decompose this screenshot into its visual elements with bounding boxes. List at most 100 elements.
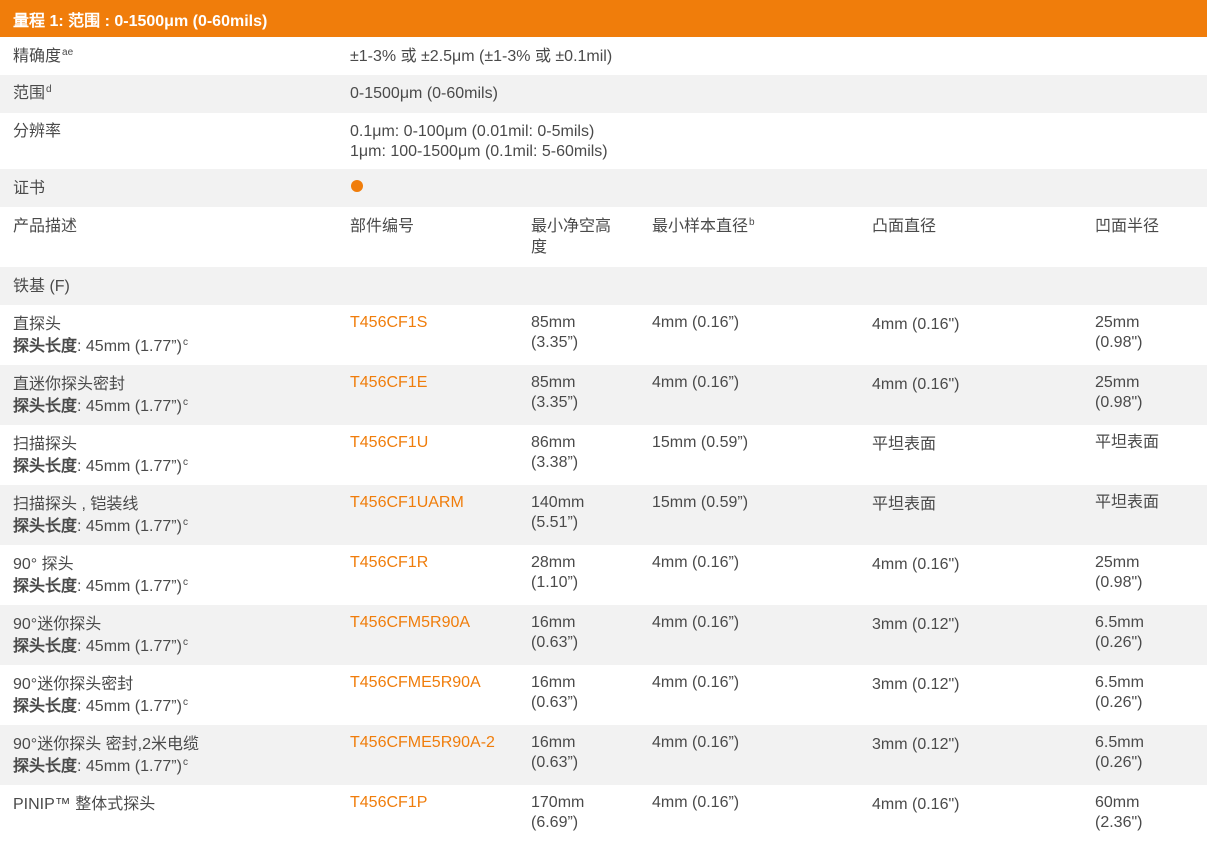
resolution-line-1: 0.1μm: 0-100μm (0.01mil: 0-5mils): [350, 123, 595, 140]
convex-diameter-value: 4mm (0.16"): [872, 796, 960, 813]
col-clearance-line-2: 度: [531, 239, 548, 256]
table-header-bar: 量程 1: 范围 : 0-1500μm (0-60mils): [0, 0, 1207, 37]
range-footnote: d: [46, 84, 52, 95]
sample-diameter-value: 4mm (0.16”): [652, 374, 740, 391]
concave-radius-value-line-1: 60mm: [1095, 794, 1140, 811]
clearance-value-line-1: 86mm: [531, 434, 576, 451]
concave-radius-value-line-1: 6.5mm: [1095, 674, 1144, 691]
concave-radius-value-line-2: (0.98"): [1095, 334, 1143, 351]
part-number-link[interactable]: T456CF1S: [350, 313, 427, 333]
clearance-value-line-1: 16mm: [531, 614, 576, 631]
probe-length-footnote: c: [182, 457, 188, 468]
product-name: 90°迷你探头 密封,2米电缆: [13, 736, 199, 753]
sample-diameter-value: 15mm (0.59”): [652, 434, 749, 451]
table-row: 90°迷你探头 探头长度: 45mm (1.77”)c T456CFM5R90A 16…: [0, 605, 1207, 665]
clearance-value-line-1: 28mm: [531, 554, 576, 571]
clearance-value-line-2: (3.38”): [531, 454, 579, 471]
part-number-link[interactable]: T456CF1E: [350, 373, 427, 393]
table-row: 扫描探头 , 铠装线 探头长度: 45mm (1.77”)c T456CF1UARM…: [0, 485, 1207, 545]
sample-diameter-value: 4mm (0.16”): [652, 794, 740, 811]
sample-diameter-value: 4mm (0.16”): [652, 734, 740, 751]
probe-length: 探头长度: 45mm (1.77”)c: [13, 637, 188, 657]
clearance-value-line-2: (5.51”): [531, 514, 579, 531]
probe-length-value: : 45mm (1.77”): [77, 698, 182, 715]
convex-diameter-value: 3mm (0.12"): [872, 736, 960, 753]
resolution-line-2: 1μm: 100-1500μm (0.1mil: 5-60mils): [350, 143, 608, 160]
clearance-value-line-2: (6.69”): [531, 814, 579, 831]
part-number-link[interactable]: T456CF1P: [350, 793, 427, 813]
product-name: 90°迷你探头: [13, 616, 102, 633]
probe-length: 探头长度: 45mm (1.77”)c: [13, 577, 188, 597]
concave-radius-value-line-2: (0.98"): [1095, 394, 1143, 411]
concave-radius-value-line-1: 25mm: [1095, 554, 1140, 571]
probe-length-label: 探头长度: [13, 758, 78, 775]
probe-length-value: : 45mm (1.77”): [77, 518, 182, 535]
col-concave-radius: 凹面半径: [1095, 218, 1160, 235]
convex-diameter-value: 3mm (0.12"): [872, 616, 960, 633]
col-clearance-line-1: 最小净空高: [531, 218, 612, 235]
col-sample-diameter-text: 最小样本直径: [652, 218, 749, 235]
certificate-label: 证书: [13, 180, 46, 197]
convex-diameter-value: 平坦表面: [872, 496, 937, 513]
part-number-link[interactable]: T456CF1R: [350, 553, 428, 573]
clearance-value-line-2: (0.63”): [531, 694, 579, 711]
part-number-link[interactable]: T456CF1UARM: [350, 493, 464, 513]
spec-row-range: 范围d 0-1500μm (0-60mils): [0, 75, 1207, 113]
range-label: 范围d: [13, 84, 52, 104]
col-part-number: 部件编号: [350, 218, 415, 235]
spec-row-certificate: 证书: [0, 169, 1207, 207]
probe-length-value: : 45mm (1.77”): [77, 638, 182, 655]
section-label: 铁基 (F): [13, 278, 70, 295]
table-row: PINIP™ 整体式探头 T456CF1P 170mm (6.69”) 4mm (0.1…: [0, 785, 1207, 845]
accuracy-label: 精确度ae: [13, 47, 73, 67]
sample-diameter-value: 4mm (0.16”): [652, 614, 740, 631]
part-number-link[interactable]: T456CF1U: [350, 433, 428, 453]
part-number-link[interactable]: T456CFME5R90A-2: [350, 733, 495, 753]
probe-length-footnote: c: [182, 637, 188, 648]
probe-length-value: : 45mm (1.77”): [77, 338, 182, 355]
clearance-value-line-2: (3.35”): [531, 394, 579, 411]
convex-diameter-value: 4mm (0.16"): [872, 316, 960, 333]
probe-length: 探头长度: 45mm (1.77”)c: [13, 457, 188, 477]
clearance-value-line-1: 140mm: [531, 494, 585, 511]
clearance-value-line-1: 16mm: [531, 734, 576, 751]
concave-radius-value-line-2: (0.26"): [1095, 694, 1143, 711]
concave-radius-value-line-2: (2.36"): [1095, 814, 1143, 831]
sample-diameter-value: 4mm (0.16”): [652, 314, 740, 331]
probe-length-label: 探头长度: [13, 638, 78, 655]
column-header-row: 产品描述 部件编号 最小净空高 度 最小样本直径b 凸面直径 凹面半径: [0, 207, 1207, 267]
probe-length: 探头长度: 45mm (1.77”)c: [13, 757, 188, 777]
part-number-link[interactable]: T456CFME5R90A: [350, 673, 481, 693]
probe-length: 探头长度: 45mm (1.77”)c: [13, 337, 188, 357]
resolution-label: 分辨率: [13, 123, 62, 140]
clearance-value-line-1: 85mm: [531, 314, 576, 331]
probe-length-label: 探头长度: [13, 578, 78, 595]
clearance-value-line-1: 85mm: [531, 374, 576, 391]
product-name: PINIP™ 整体式探头: [13, 796, 156, 813]
accuracy-footnote: ae: [62, 47, 74, 58]
probe-length-footnote: c: [182, 757, 188, 768]
probe-length-footnote: c: [182, 577, 188, 588]
probe-length: 探头长度: 45mm (1.77”)c: [13, 517, 188, 537]
sample-diameter-value: 4mm (0.16”): [652, 674, 740, 691]
table-row: 90° 探头 探头长度: 45mm (1.77”)c T456CF1R 28mm (1.…: [0, 545, 1207, 605]
range-title: 量程 1: 范围 : 0-1500μm (0-60mils): [13, 12, 268, 30]
concave-radius-value-line-1: 25mm: [1095, 374, 1140, 391]
product-name: 90°迷你探头密封: [13, 676, 134, 693]
range-label-text: 范围: [13, 85, 46, 102]
concave-radius-value-line-2: (0.26"): [1095, 634, 1143, 651]
probe-length: 探头长度: 45mm (1.77”)c: [13, 397, 188, 417]
clearance-value-line-2: (1.10”): [531, 574, 579, 591]
section-row-ferrous: 铁基 (F): [0, 267, 1207, 305]
concave-radius-value-line-2: (0.98"): [1095, 574, 1143, 591]
clearance-value-line-1: 170mm: [531, 794, 585, 811]
probe-length-footnote: c: [182, 397, 188, 408]
product-name: 90° 探头: [13, 556, 74, 573]
accuracy-label-text: 精确度: [13, 48, 62, 65]
probe-length-value: : 45mm (1.77”): [77, 578, 182, 595]
part-number-link[interactable]: T456CFM5R90A: [350, 613, 470, 633]
probe-length-label: 探头长度: [13, 458, 78, 475]
convex-diameter-value: 4mm (0.16"): [872, 376, 960, 393]
table-row: 扫描探头 探头长度: 45mm (1.77”)c T456CF1U 86mm (3.38…: [0, 425, 1207, 485]
convex-diameter-value: 4mm (0.16"): [872, 556, 960, 573]
